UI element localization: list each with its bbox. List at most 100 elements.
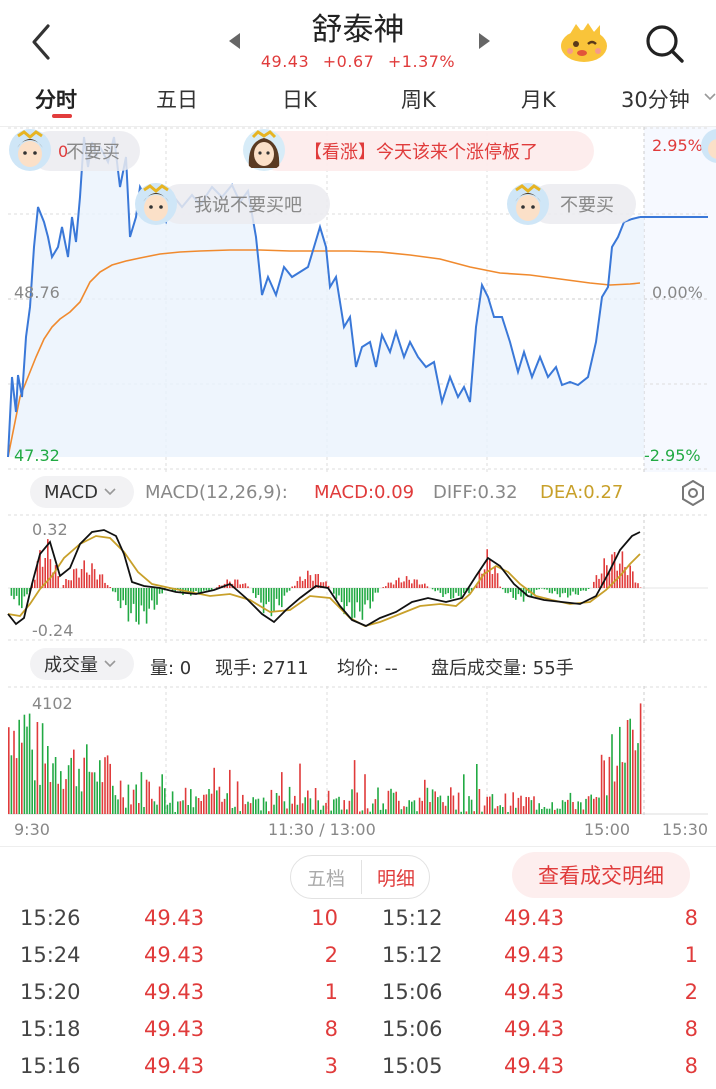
volume-bar xyxy=(265,801,267,814)
volume-bar xyxy=(236,781,239,814)
volume-bar xyxy=(93,772,96,814)
macd-bar xyxy=(418,584,421,588)
macd-bar xyxy=(67,580,70,588)
volume-bar xyxy=(234,806,236,814)
intraday-price-chart[interactable] xyxy=(0,127,716,472)
macd-bar xyxy=(88,574,91,588)
macd-bar xyxy=(374,588,377,593)
user-avatar-icon[interactable] xyxy=(242,128,286,172)
volume-bar xyxy=(169,802,171,814)
volume-bar xyxy=(247,801,249,814)
macd-bar xyxy=(127,588,130,622)
volume-bar xyxy=(273,804,275,814)
settings-icon[interactable] xyxy=(680,480,706,506)
volume-bar xyxy=(369,811,371,814)
tab-wuri[interactable]: 五日 xyxy=(156,84,198,114)
macd-bar xyxy=(486,549,488,588)
volume-bar xyxy=(109,763,111,814)
search-icon[interactable] xyxy=(643,22,685,64)
macd-bar xyxy=(301,580,304,588)
volume-bar xyxy=(426,787,429,814)
user-avatar-icon[interactable] xyxy=(506,182,550,226)
comment-bubble[interactable]: 我说不要买吧 xyxy=(160,184,330,224)
macd-bar xyxy=(236,579,239,588)
macd-bar xyxy=(507,588,509,594)
tab-yuek[interactable]: 月K xyxy=(521,84,556,114)
trade-time: 15:26 xyxy=(20,906,81,930)
user-avatar-icon[interactable] xyxy=(134,182,178,226)
time-axis-close: 15:00 xyxy=(584,820,631,839)
volume-selector[interactable]: 成交量 xyxy=(30,648,134,680)
volume-bar xyxy=(153,801,156,814)
volume-bar xyxy=(296,804,299,814)
tab-wudang[interactable]: 五档 xyxy=(291,856,361,898)
macd-bar xyxy=(273,588,275,612)
volume-bar xyxy=(574,809,577,814)
volume-bar xyxy=(288,786,291,814)
volume-bar xyxy=(377,787,379,814)
macd-bar xyxy=(408,579,410,588)
macd-bar xyxy=(57,576,59,588)
macd-bar xyxy=(512,588,514,598)
dea-value: DEA:0.27 xyxy=(540,482,624,503)
volume-bar xyxy=(281,772,283,814)
view-trade-details-button[interactable]: 查看成交明细 xyxy=(512,852,690,898)
macd-selector[interactable]: MACD xyxy=(30,476,134,508)
tab-rik[interactable]: 日K xyxy=(282,84,317,114)
volume-bar xyxy=(299,763,301,814)
macd-bar xyxy=(515,588,517,600)
trade-row: 15:06 49.43 8 xyxy=(360,1017,716,1049)
volume-bar xyxy=(559,808,561,814)
volume-bar xyxy=(294,795,296,814)
user-avatar-icon[interactable] xyxy=(8,128,52,172)
macd-bar xyxy=(75,568,78,588)
macd-bar xyxy=(450,588,452,599)
volume-bar xyxy=(125,807,127,814)
next-stock-arrow-icon[interactable] xyxy=(479,33,490,49)
volume-bar xyxy=(223,798,226,814)
trade-row: 15:18 49.43 8 xyxy=(0,1017,356,1049)
volume-bar xyxy=(525,797,527,814)
macd-bar xyxy=(86,572,88,588)
pct-bottom-label: -2.95% xyxy=(644,446,701,465)
volume-chart[interactable] xyxy=(0,686,716,816)
trade-volume: 1 xyxy=(324,980,338,1004)
macd-bar xyxy=(598,578,600,588)
volume-bar xyxy=(78,768,80,814)
volume-bar xyxy=(257,798,260,814)
volume-bar xyxy=(143,807,145,814)
volume-bar xyxy=(203,794,205,814)
macd-bar xyxy=(265,588,267,605)
volume-bar xyxy=(270,789,273,814)
prev-stock-arrow-icon[interactable] xyxy=(229,33,240,49)
mascot-icon[interactable] xyxy=(558,20,610,64)
volume-bar xyxy=(182,800,184,814)
tab-30min[interactable]: 30分钟 xyxy=(621,84,690,114)
tab-mingxi[interactable]: 明细 xyxy=(362,856,430,898)
tab-fenshi[interactable]: 分时 xyxy=(35,84,77,114)
macd-chart[interactable] xyxy=(0,514,716,644)
macd-bottom-label: -0.24 xyxy=(32,621,74,640)
volume-bar xyxy=(221,801,223,814)
trade-price: 49.43 xyxy=(504,1054,565,1078)
detail-toggle: 五档 明细 xyxy=(290,855,430,899)
macd-bar xyxy=(260,588,262,603)
volume-header: 成交量 量: 0 现手: 2711 均价: -- 盘后成交量: 55手 xyxy=(0,646,716,684)
volume-bar xyxy=(626,720,629,814)
volume-bar xyxy=(395,791,397,814)
volume-bar xyxy=(171,791,174,814)
macd-bar xyxy=(18,588,20,606)
user-avatar-icon[interactable] xyxy=(696,128,716,164)
volume-bar xyxy=(416,811,418,814)
tab-zhouk[interactable]: 周K xyxy=(401,84,436,114)
macd-bar xyxy=(541,588,543,589)
macd-bar xyxy=(426,586,429,588)
volume-bar xyxy=(457,792,460,814)
volume-bar xyxy=(161,774,163,814)
macd-bar xyxy=(489,558,491,588)
macd-bar xyxy=(96,579,98,588)
volume-bar xyxy=(507,812,509,814)
comment-bubble-bullish[interactable]: 【看涨】今天该来个涨停板了 xyxy=(258,131,594,171)
volume-bar xyxy=(317,800,319,814)
volume-bar xyxy=(320,809,322,814)
